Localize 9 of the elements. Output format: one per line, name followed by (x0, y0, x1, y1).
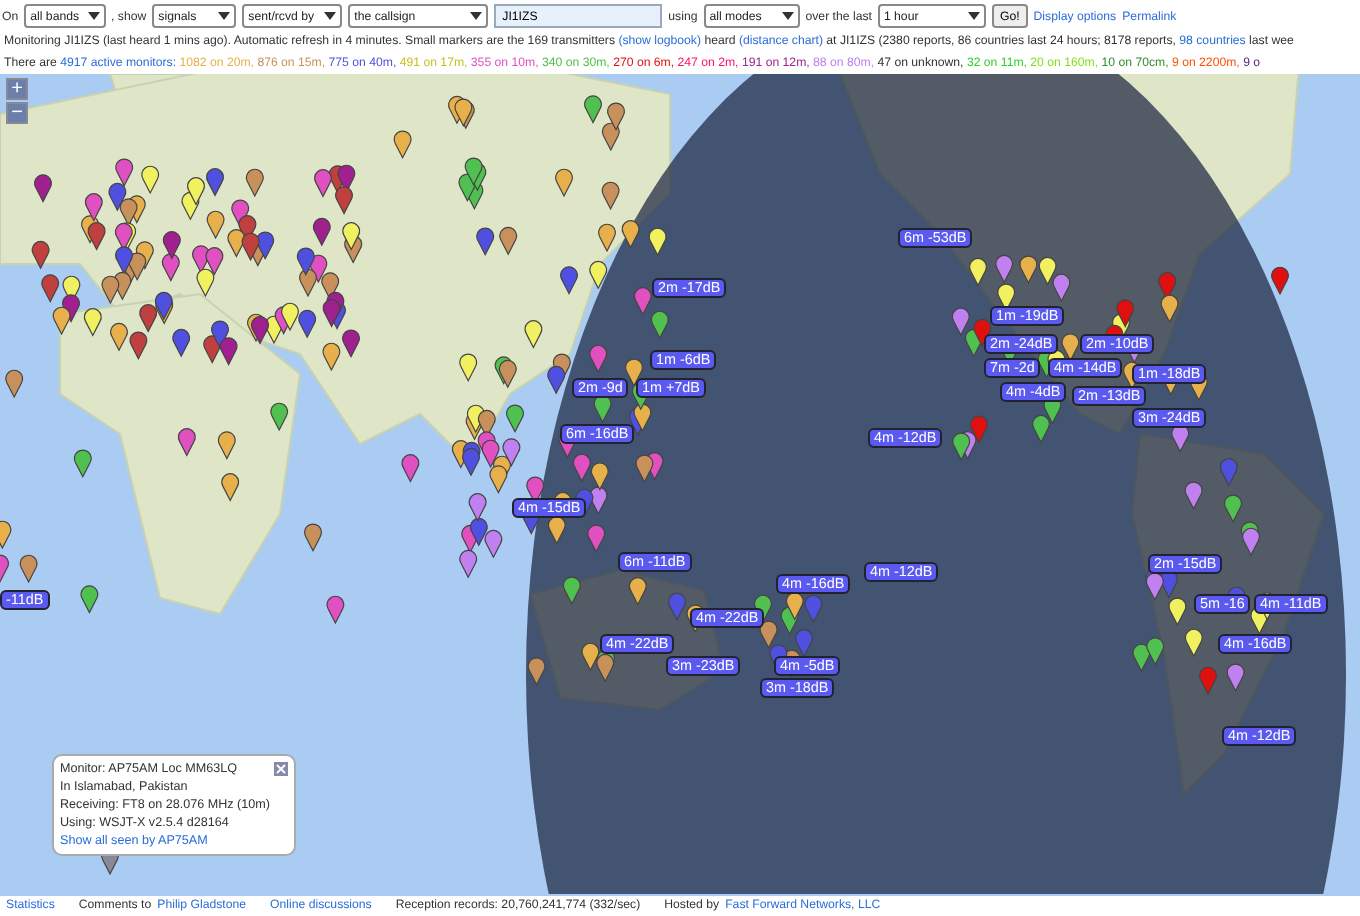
caret-icon (967, 12, 980, 20)
caret-icon (781, 12, 794, 20)
caret-icon (218, 12, 231, 20)
caret-icon (87, 12, 100, 20)
zoom-in-button[interactable]: + (6, 78, 28, 100)
caret-icon (324, 12, 337, 20)
zoom-out-button[interactable]: − (6, 102, 28, 124)
caret-icon (470, 12, 483, 20)
close-icon[interactable] (274, 762, 288, 776)
